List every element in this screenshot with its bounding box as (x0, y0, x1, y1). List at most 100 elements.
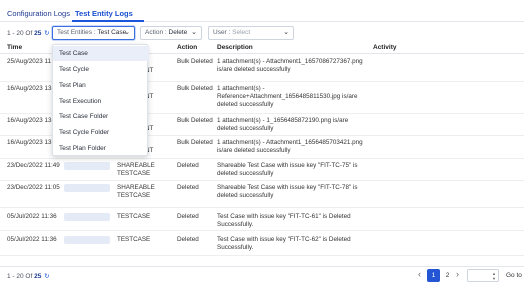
cell-description: 1 attachment(s) - Attachment1_1656485703… (217, 139, 377, 155)
active-tab-indicator (72, 20, 144, 22)
cell-time: 16/Aug/2023 13 (7, 117, 52, 124)
filter-bar: 1 - 20 Of 25 ↻ Test Entities : Test Case… (0, 26, 524, 40)
user-placeholder: Select (232, 29, 251, 36)
goto-button[interactable]: Go to (506, 272, 522, 279)
cell-user (64, 184, 110, 193)
table-row[interactable]: 05/Jul/2022 11:36 TESTCASE Deleted Test … (0, 231, 524, 256)
desc-line: 1 attachment(s) - Attachment1_1656485703… (217, 139, 363, 146)
entity-label: Test Entities : (57, 29, 96, 36)
type-line: TESTCASE (117, 192, 151, 199)
cell-description: Shareable Test Case with issue key "FIT-… (217, 184, 377, 200)
desc-line: 1 attachment(s) - (217, 85, 265, 92)
cell-action: Bulk Deleted (177, 139, 213, 146)
cell-time: 23/Dec/2022 11:05 (7, 184, 60, 191)
refresh-icon[interactable]: ↻ (44, 273, 49, 280)
menu-item-test-case[interactable]: Test Case (53, 46, 149, 61)
chevron-down-icon: ⌄ (283, 29, 289, 36)
user-label: User : (213, 29, 231, 36)
table-row[interactable]: 23/Dec/2022 11:05 SHAREABLE TESTCASE Del… (0, 181, 524, 208)
desc-line: deleted successfully (217, 170, 274, 177)
column-time[interactable]: Time (7, 44, 22, 51)
count-total: 25 (34, 273, 42, 280)
page-1-button[interactable]: 1 (427, 269, 440, 282)
avatar (64, 236, 110, 244)
avatar (64, 162, 110, 170)
cell-time: 16/Aug/2023 13 (7, 85, 52, 92)
menu-item-test-plan-folder[interactable]: Test Plan Folder (53, 141, 149, 156)
desc-line: 1 attachment(s) - 1_1656485872190.png is… (217, 117, 349, 124)
cell-type: TESTCASE (117, 213, 151, 220)
menu-item-test-case-folder[interactable]: Test Case Folder (53, 109, 149, 124)
desc-line: Reference+Attachment_1656485811530.jpg i… (217, 93, 358, 100)
desc-line: Test Case with issue key "FIT-TC-61" is … (217, 213, 351, 220)
count-prefix: 1 - 20 Of (7, 30, 33, 37)
avatar (64, 184, 110, 192)
cell-description: 1 attachment(s) - Reference+Attachment_1… (217, 85, 377, 109)
column-description[interactable]: Description (217, 44, 253, 51)
type-line: SHAREABLE (117, 162, 155, 169)
user-dropdown[interactable]: User : Select ⌄ (208, 26, 294, 40)
spinner-icon[interactable]: ▲ ▼ (492, 271, 496, 281)
chevron-down-icon: ⌄ (191, 29, 197, 36)
cell-action: Bulk Deleted (177, 85, 213, 92)
avatar (64, 213, 110, 221)
table-row[interactable]: 05/Jul/2022 11:36 TESTCASE Deleted Test … (0, 208, 524, 231)
pagination-footer: 1 - 20 Of 25 ↻ ‹ 1 2 › ▲ ▼ Go to (0, 266, 524, 284)
cell-user (64, 213, 110, 222)
cell-user (64, 236, 110, 245)
previous-page-button[interactable]: ‹ (418, 269, 421, 279)
cell-action: Bulk Deleted (177, 58, 213, 65)
column-action[interactable]: Action (177, 44, 197, 51)
menu-item-test-execution[interactable]: Test Execution (53, 94, 149, 109)
menu-item-test-cycle-folder[interactable]: Test Cycle Folder (53, 125, 149, 140)
tab-configuration-logs[interactable]: Configuration Logs (7, 9, 70, 18)
test-entities-dropdown[interactable]: Test Entities : Test Case ⌄ (52, 26, 135, 40)
desc-line: Shareable Test Case with issue key "FIT-… (217, 162, 358, 169)
cell-description: Shareable Test Case with issue key "FIT-… (217, 162, 377, 178)
count-prefix: 1 - 20 Of (7, 273, 33, 280)
cell-description: 1 attachment(s) - Attachment1_1657086727… (217, 58, 377, 74)
cell-action: Deleted (177, 236, 199, 243)
cell-type: TESTCASE (117, 236, 151, 243)
action-dropdown[interactable]: Action : Delete ⌄ (140, 26, 202, 40)
desc-line: is/are deleted successfully (217, 147, 291, 154)
cell-time: 23/Dec/2022 11:49 (7, 162, 60, 169)
table-row[interactable]: 23/Dec/2022 11:49 SHAREABLE TESTCASE Del… (0, 159, 524, 181)
page-2-button[interactable]: 2 (441, 269, 454, 282)
cell-action: Deleted (177, 162, 199, 169)
desc-line: deleted successfully (217, 125, 274, 132)
chevron-down-icon: ⌄ (124, 29, 130, 36)
record-count: 1 - 20 Of 25 ↻ (7, 29, 50, 37)
menu-item-test-cycle[interactable]: Test Cycle (53, 62, 149, 77)
count-total: 25 (34, 30, 42, 37)
goto-page-input[interactable]: ▲ ▼ (467, 269, 499, 282)
cell-description: Test Case with issue key "FIT-TC-62" is … (217, 236, 377, 252)
refresh-icon[interactable]: ↻ (44, 30, 49, 37)
cell-time: 05/Jul/2022 11:36 (7, 236, 57, 243)
desc-line: 1 attachment(s) - Attachment1_1657086727… (217, 58, 363, 65)
desc-line: Test Case with issue key "FIT-TC-62" is … (217, 236, 351, 243)
tab-bar: Configuration Logs Test Entity Logs (0, 0, 524, 22)
cell-action: Bulk Deleted (177, 117, 213, 124)
cell-time: 25/Aug/2023 11 (7, 58, 52, 65)
action-value: Delete (168, 29, 188, 36)
column-activity[interactable]: Activity (373, 44, 396, 51)
cell-description: Test Case with issue key "FIT-TC-61" is … (217, 213, 377, 229)
next-page-button[interactable]: › (456, 269, 459, 279)
cell-time: 05/Jul/2022 11:36 (7, 213, 57, 220)
menu-item-test-plan[interactable]: Test Plan (53, 78, 149, 93)
desc-line: deleted successfully (217, 192, 274, 199)
cell-action: Deleted (177, 213, 199, 220)
action-label: Action : (145, 29, 167, 36)
tab-test-entity-logs[interactable]: Test Entity Logs (75, 9, 133, 18)
entity-value: Test Case (97, 29, 127, 36)
cell-action: Deleted (177, 184, 199, 191)
type-line: SHAREABLE (117, 184, 155, 191)
cell-type: SHAREABLE TESTCASE (117, 184, 155, 200)
desc-line: Successfully. (217, 221, 254, 228)
desc-line: Successfully. (217, 244, 254, 251)
cell-description: 1 attachment(s) - 1_1656485872190.png is… (217, 117, 377, 133)
footer-record-count: 1 - 20 Of 25 ↻ (7, 272, 50, 280)
test-entities-menu: Test Case Test Cycle Test Plan Test Exec… (52, 44, 149, 156)
type-line: TESTCASE (117, 170, 151, 177)
